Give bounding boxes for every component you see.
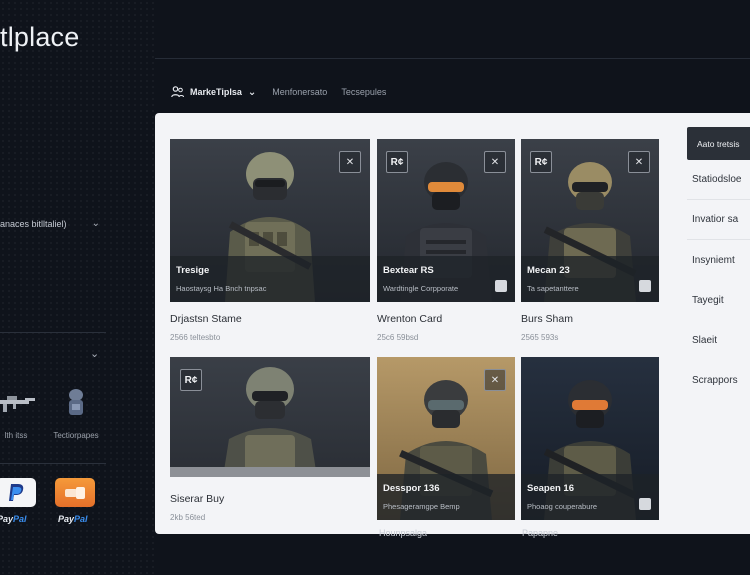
cart-icon[interactable]: [639, 280, 651, 292]
right-menu-item[interactable]: Scrappors: [687, 360, 750, 400]
chevron-down-icon[interactable]: ⌄: [90, 347, 99, 360]
rifle-icon: [0, 385, 40, 421]
close-icon[interactable]: ✕: [628, 151, 650, 173]
paypal-label: PayPal: [0, 514, 27, 524]
overlay-name: Desspor 136: [383, 483, 440, 494]
sidebar-item-armor[interactable]: Tectiorpapes: [52, 385, 100, 440]
sidebar-divider: [0, 463, 106, 464]
marketplace-panel: Tresige Haostaysg Ha Bnch tnpsac ✕ Drjas…: [155, 113, 750, 534]
overlay: [377, 474, 515, 520]
sidebar-filter-dropdown[interactable]: anaces bitlltaliel) ⌄: [0, 218, 100, 229]
overlay-subtitle: Phesageramgpe Bemp: [383, 502, 460, 511]
right-menu-item[interactable]: Statiodsloe: [687, 160, 750, 200]
sidebar-item-weapons[interactable]: lth itss: [0, 385, 40, 440]
peek-label: Hounpsalga: [379, 528, 428, 538]
product-card[interactable]: R¢ Siserar Buy 2kb 56ted: [170, 357, 370, 522]
nav-marketplace-label: MarkeTiplsa: [190, 87, 242, 97]
top-nav: MarkeTiplsa ⌄ Menfonersato Tecsepules: [171, 86, 386, 98]
sidebar-item-label: lth itss: [4, 431, 28, 440]
right-menu: Aato tretsis Statiodsloe Invatior sa Ins…: [687, 127, 750, 400]
paypal-orange-icon: [65, 486, 85, 499]
chevron-down-icon: ⌄: [91, 218, 100, 229]
product-title: Siserar Buy: [170, 493, 225, 505]
overlay-subtitle: Ta sapetanttere: [527, 284, 579, 293]
overlay-subtitle: Haostaysg Ha Bnch tnpsac: [176, 284, 267, 293]
overlay: [521, 256, 659, 302]
sidebar-item-label: Tectiorpapes: [53, 431, 99, 440]
right-menu-item[interactable]: Invatior sa: [687, 200, 750, 240]
product-card[interactable]: Seapen 16 Phoaog couperabure: [521, 357, 659, 520]
product-card[interactable]: R¢ ✕ Bextear RS Wardtingle Corpporate Wr…: [377, 139, 515, 342]
overlay: [521, 474, 659, 520]
image-strip: [170, 467, 370, 477]
paypal-label: PayPal: [58, 514, 88, 524]
chevron-down-icon: ⌄: [247, 86, 257, 98]
close-icon[interactable]: ✕: [484, 151, 506, 173]
product-title: Wrenton Card: [377, 313, 443, 325]
paypal-button[interactable]: [0, 478, 36, 507]
armor-icon: [52, 385, 100, 421]
overlay-name: Mecan 23: [527, 265, 570, 276]
right-menu-item[interactable]: Insyniemt: [687, 240, 750, 280]
payment-alt-button[interactable]: [55, 478, 95, 507]
overlay-subtitle: Wardtingle Corpporate: [383, 284, 459, 293]
nav-item[interactable]: Menfonersato: [272, 87, 327, 97]
product-title: Drjastsn Stame: [170, 313, 242, 325]
product-image: R¢ ✕ Bextear RS Wardtingle Corpporate: [377, 139, 515, 302]
product-price: 2kb 56ted: [170, 513, 206, 522]
rarity-badge: R¢: [530, 151, 552, 173]
product-card[interactable]: R¢ ✕ Mecan 23 Ta sapetanttere Burs Sham …: [521, 139, 659, 342]
overlay-subtitle: Phoaog couperabure: [527, 502, 598, 511]
product-image: Tresige Haostaysg Ha Bnch tnpsac ✕: [170, 139, 370, 302]
overlay-name: Tresige: [176, 265, 210, 276]
nav-item[interactable]: Tecsepules: [341, 87, 386, 97]
paypal-icon: [9, 483, 24, 501]
right-menu-item[interactable]: Tayegit: [687, 280, 750, 320]
product-title: Burs Sham: [521, 313, 573, 325]
rarity-badge: R¢: [386, 151, 408, 173]
cart-icon[interactable]: [495, 280, 507, 292]
rarity-badge: R¢: [180, 369, 202, 391]
soldier-image: [223, 367, 317, 477]
overlay: [170, 256, 370, 302]
product-price: 25c6 59bsd: [377, 333, 419, 342]
nav-marketplace[interactable]: MarkeTiplsa ⌄: [171, 86, 256, 98]
overlay-name: Seapen 16: [527, 483, 574, 494]
product-image: Seapen 16 Phoaog couperabure: [521, 357, 659, 520]
sidebar-filter-label: anaces bitlltaliel): [0, 218, 67, 229]
cart-icon[interactable]: [639, 498, 651, 510]
users-icon: [171, 86, 184, 98]
close-icon[interactable]: ✕: [339, 151, 361, 173]
overlay-name: Bextear RS: [383, 265, 434, 276]
product-price: 2566 teltesbto: [170, 333, 221, 342]
product-image: R¢: [170, 357, 370, 477]
close-icon[interactable]: ✕: [484, 369, 506, 391]
product-image: R¢ ✕ Mecan 23 Ta sapetanttere: [521, 139, 659, 302]
right-menu-item[interactable]: Slaeit: [687, 320, 750, 360]
header-divider: [155, 58, 750, 59]
product-price: 2565 593s: [521, 333, 559, 342]
overlay: [377, 256, 515, 302]
product-card[interactable]: ✕ Desspor 136 Phesageramgpe Bemp: [377, 357, 515, 520]
right-menu-button[interactable]: Aato tretsis: [687, 127, 750, 160]
sidebar-divider: [0, 332, 106, 333]
peek-label: Papapne: [522, 528, 559, 538]
product-image: ✕ Desspor 136 Phesageramgpe Bemp: [377, 357, 515, 520]
brand-title: tlplace: [0, 22, 80, 52]
product-card[interactable]: Tresige Haostaysg Ha Bnch tnpsac ✕ Drjas…: [170, 139, 370, 342]
